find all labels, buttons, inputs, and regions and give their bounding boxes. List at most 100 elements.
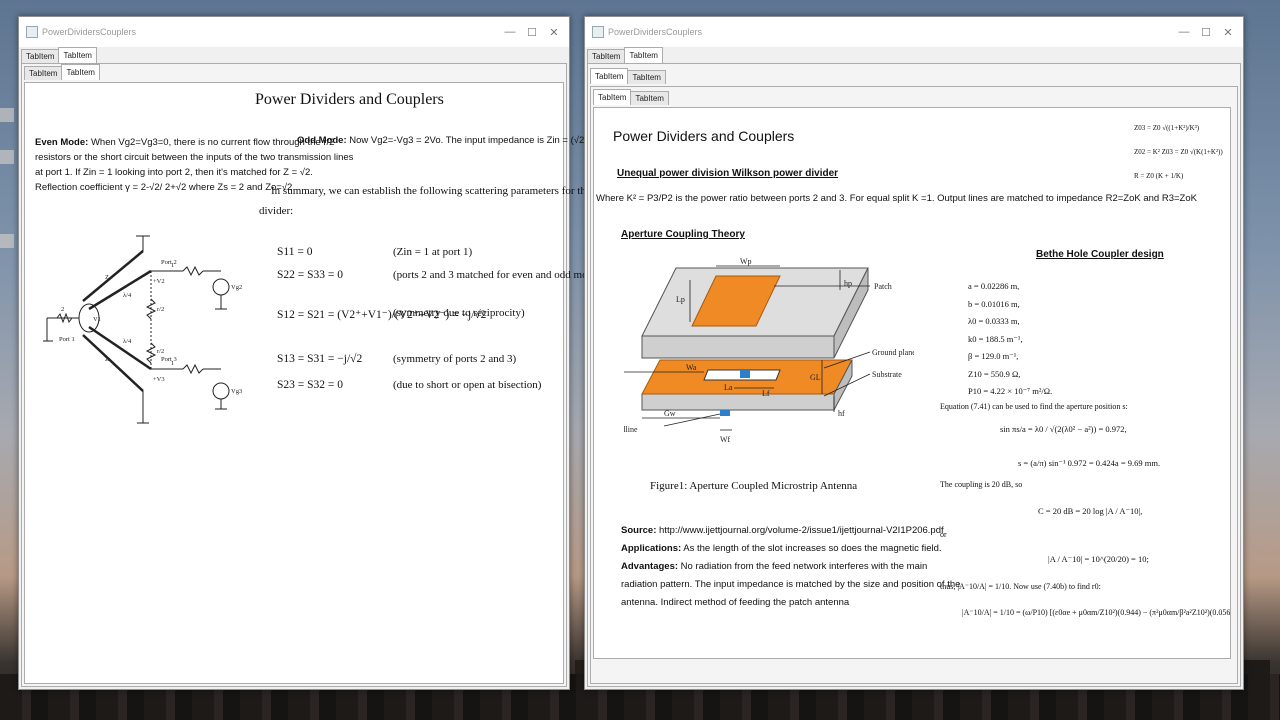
label-vg3: Vg3 xyxy=(231,388,242,395)
equation-r0: |A⁻10/A| = 1/10 = (ω/P10) [(ε0αe + μ0αm/… xyxy=(962,608,1231,617)
desktop-icon[interactable] xyxy=(0,150,14,164)
label-gl: GL xyxy=(810,373,821,382)
tab-item-selected[interactable]: TabItem xyxy=(61,64,100,80)
odd-mode-text: Odd Mode: Now Vg2=-Vg3 = 2Vo. The input … xyxy=(297,135,609,146)
eq-lhs: S11 = 0 xyxy=(277,246,313,258)
source-link[interactable]: http://www.ijettjournal.org/volume-2/iss… xyxy=(659,525,944,536)
eq-note: (Zin = 1 at port 1) xyxy=(393,246,473,258)
label-port2: Port 2 xyxy=(161,259,177,266)
equation-text: Equation (7.41) can be used to find the … xyxy=(940,402,1128,411)
applications-label: Applications: xyxy=(621,543,682,554)
eq-lhs: S23 = S32 = 0 xyxy=(277,379,344,391)
eq-lhs: S13 = S31 = −j/√2 xyxy=(277,353,363,365)
resistor xyxy=(182,265,204,277)
transmission-line xyxy=(88,269,152,311)
lower-substrate-front xyxy=(641,393,835,411)
label-wa: Wa xyxy=(686,363,697,372)
source-vg3 xyxy=(212,382,230,400)
tab-item-selected[interactable]: TabItem xyxy=(590,68,629,84)
tab-panel-l1: TabItem TabItem TabItem TabItem Power Di… xyxy=(587,63,1241,687)
tab-item[interactable]: TabItem xyxy=(630,91,669,105)
label-la: La xyxy=(724,383,733,392)
tab-item-selected[interactable]: TabItem xyxy=(58,47,97,63)
label-v1: V1 xyxy=(93,316,101,323)
odd-mode-label: Odd Mode: xyxy=(297,135,347,146)
close-button[interactable]: ✕ xyxy=(1217,17,1239,47)
param: β = 129.0 m⁻¹, xyxy=(968,351,1019,361)
figure-caption: Figure1: Aperture Coupled Microstrip Ant… xyxy=(650,480,858,492)
maximize-button[interactable]: ☐ xyxy=(1195,17,1217,47)
window-left: PowerDividersCouplers — ☐ ✕ TabItem TabI… xyxy=(18,16,639,690)
label-port3: Port 3 xyxy=(161,356,177,363)
upper-substrate-front xyxy=(641,335,835,359)
equation-coupling: C = 20 dB = 20 log |A / A⁻10|, xyxy=(1038,506,1143,516)
desktop-icon[interactable] xyxy=(0,234,14,248)
tab-strip-l2: TabItem TabItem xyxy=(22,64,566,80)
advantages-label: Advantages: xyxy=(621,561,679,572)
eq-note: (symmetry due to reciprocity) xyxy=(393,307,525,319)
even-mode-label: Even Mode: xyxy=(35,137,89,148)
wilkson-formulas: Z03 = Z0 √((1+K²)/K³) Z02 = K² Z03 = Z0 … xyxy=(1134,122,1223,182)
label-port1: Port 1 xyxy=(59,336,75,343)
param: λ0 = 0.0333 m, xyxy=(968,316,1020,326)
equation-s: s = (a/π) sin⁻¹ 0.972 = 0.424a = 9.69 mm… xyxy=(1018,458,1161,468)
label-feedline: Feedline xyxy=(624,425,638,434)
even-line: resistors or the short circuit between t… xyxy=(35,152,354,163)
maximize-button[interactable]: ☐ xyxy=(521,17,543,47)
equation-or: or xyxy=(940,530,947,539)
label-ground-plane: Ground plane xyxy=(872,348,914,357)
label-lambda4: λ/4 xyxy=(123,292,132,299)
minimize-button[interactable]: — xyxy=(1173,17,1195,47)
app-icon xyxy=(592,26,604,38)
tab-strip-l2: TabItem TabItem xyxy=(588,68,1240,84)
equation-aperture: sin πs/a = λ0 / √(2(λ0² − a²)) = 0.972, xyxy=(1000,424,1127,434)
minimize-button[interactable]: — xyxy=(499,17,521,47)
label-substrate: Substrate xyxy=(872,370,902,379)
title-bar[interactable]: PowerDividersCouplers — ☐ ✕ xyxy=(19,17,569,47)
param: a = 0.02286 m, xyxy=(968,281,1020,291)
window-right: PowerDividersCouplers — ☐ ✕ TabItem TabI… xyxy=(584,16,1244,690)
advantages-text: radiation pattern. The input impedance i… xyxy=(621,579,961,590)
eq-lhs: S22 = S33 = 0 xyxy=(277,269,344,281)
even-line: at port 1. If Zin = 1 looking into port … xyxy=(35,167,313,178)
tab-item[interactable]: TabItem xyxy=(627,70,666,84)
source-block: Source: http://www.ijettjournal.org/volu… xyxy=(621,522,960,612)
label-lf: Lf xyxy=(762,389,770,398)
label-z: Z xyxy=(105,274,109,281)
label-patch: Patch xyxy=(874,282,892,291)
equation-ratio: |A / A⁻10| = 10^(20/20) = 10; xyxy=(1048,554,1149,564)
title-bar[interactable]: PowerDividersCouplers — ☐ ✕ xyxy=(585,17,1243,47)
eq-note: (due to short or open at bisection) xyxy=(393,379,542,391)
close-button[interactable]: ✕ xyxy=(543,17,565,47)
tab-item[interactable]: TabItem xyxy=(587,49,626,63)
label-hf: hf xyxy=(838,409,845,418)
label-two: 2 xyxy=(61,306,64,313)
resistor xyxy=(182,363,204,375)
label-v3: +V3 xyxy=(153,376,165,383)
odd-mode-value: Now Vg2=-Vg3 = 2Vo. The input impedance … xyxy=(349,135,610,146)
aperture-antenna-figure: Wp Lp hp Patch Ground plane Substrate GL… xyxy=(624,257,914,444)
param: b = 0.01016 m, xyxy=(968,298,1020,309)
app-icon xyxy=(26,26,38,38)
even-line: Reflection coefficient γ = 2-√2/ 2+√2 wh… xyxy=(35,182,293,193)
tab-item[interactable]: TabItem xyxy=(21,49,60,63)
desktop-icon[interactable] xyxy=(0,108,14,122)
advantages-text: No radiation from the feed network inter… xyxy=(678,561,928,572)
label-r2: r/2 xyxy=(157,306,164,313)
source-label: Source: xyxy=(621,525,657,536)
equation-text: thus, |A⁻10/A| = 1/10. Now use (7.40b) t… xyxy=(940,582,1101,591)
tab-item-selected[interactable]: TabItem xyxy=(624,47,663,63)
feedline xyxy=(720,410,730,416)
formula: Z03 = Z0 √((1+K²)/K³) xyxy=(1134,124,1200,132)
label-v2: +V2 xyxy=(153,278,165,285)
label-hp: hp xyxy=(844,279,852,288)
tab-strip-l3: TabItem TabItem xyxy=(591,89,1237,105)
label-one: 1 xyxy=(171,262,174,269)
eq-note: (ports 2 and 3 matched for even and odd … xyxy=(393,269,606,281)
tab-item-selected[interactable]: TabItem xyxy=(593,89,632,105)
param: k0 = 188.5 m⁻¹, xyxy=(968,333,1023,344)
section-heading-bethe: Bethe Hole Coupler design xyxy=(1036,249,1164,260)
tab-item[interactable]: TabItem xyxy=(24,66,63,80)
label-gw: Gw xyxy=(664,409,676,418)
feedline-crossing xyxy=(740,370,750,378)
